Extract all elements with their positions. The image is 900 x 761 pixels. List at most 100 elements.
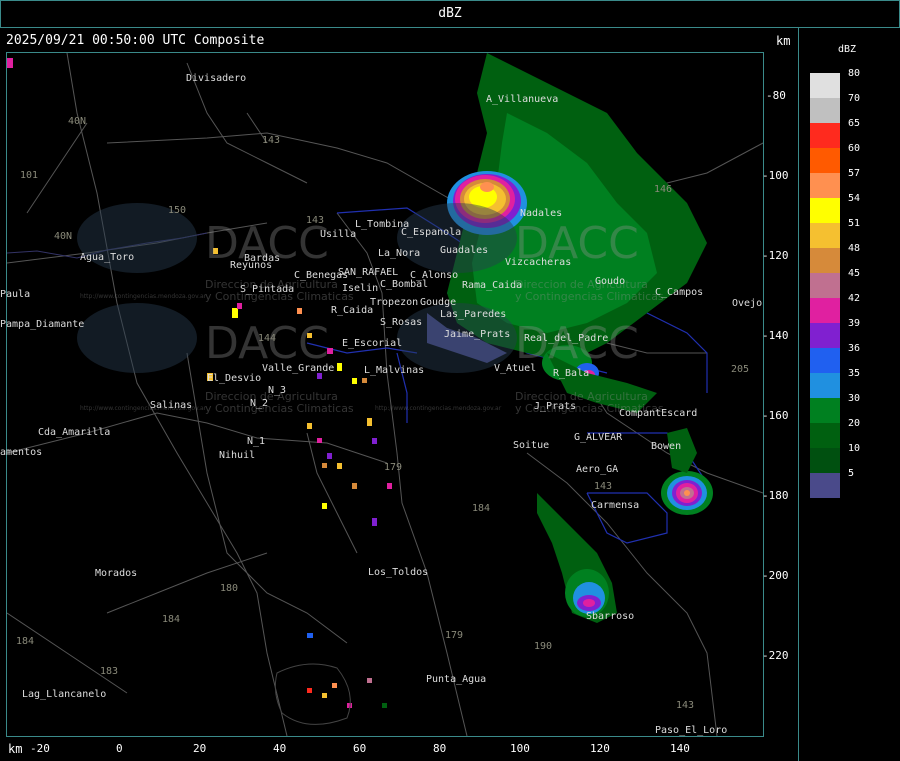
place-label: Tropezon [370, 297, 419, 308]
place-label: La_Nora [378, 248, 421, 259]
road-number: 179 [384, 462, 403, 473]
legend-swatch [810, 98, 840, 123]
legend-swatch [810, 373, 840, 398]
road-number: 146 [654, 184, 673, 195]
place-label: Soitue [513, 440, 550, 451]
place-label: Bowen [651, 441, 682, 452]
place-label: Guadales [440, 245, 489, 256]
place-label: N_2 [250, 398, 269, 409]
legend-label: 36 [848, 343, 861, 354]
road-number: 184 [472, 503, 491, 514]
legend-label: 20 [848, 418, 861, 429]
km-label-top: km [776, 34, 791, 48]
legend-swatch [810, 348, 840, 373]
place-label: Los_Toldos [368, 567, 429, 578]
legend-label: 48 [848, 243, 861, 254]
legend-swatch [810, 398, 840, 423]
legend-label: 5 [848, 468, 855, 479]
legend-swatch [810, 323, 840, 348]
x-tick-label: 20 [193, 742, 207, 755]
place-label: Bardas [244, 253, 281, 264]
watermark-line2: y Contingencias Climaticas [515, 290, 664, 303]
legend-label: 70 [848, 93, 861, 104]
road-number: 180 [220, 583, 239, 594]
place-label: El_Desvio [207, 373, 262, 384]
storm-cell-south [537, 493, 617, 623]
place-label: C_Bombal [380, 279, 429, 290]
road-number: 184 [162, 614, 181, 625]
legend-swatch [810, 248, 840, 273]
terrain-contours [274, 663, 351, 725]
place-label: Divisadero [186, 73, 247, 84]
km-label-bottom: km [8, 742, 23, 756]
x-tick-label: -20 [30, 742, 50, 755]
place-label: S_Pintada [240, 284, 295, 295]
place-label: Aero_GA [576, 464, 619, 475]
place-label: G_ALVEAR [574, 432, 623, 443]
place-label: N_3 [268, 385, 287, 396]
radar-map-svg [6, 52, 764, 737]
place-label: Sbarroso [586, 611, 635, 622]
place-label: R_Caida [331, 305, 374, 316]
watermark-url: http://www.contingencias.mendoza.gov.ar [375, 405, 502, 412]
watermark-url: http://www.contingencias.mendoza.gov.ar [80, 293, 207, 300]
place-label: Iselin [342, 283, 379, 294]
place-label: Morados [95, 568, 138, 579]
legend-label: 10 [848, 443, 861, 454]
place-label: Lag_Llancanelo [22, 689, 107, 700]
place-label: Punta_Agua [426, 674, 487, 685]
place-label: V_Atuel [494, 363, 537, 374]
radar-map[interactable] [6, 52, 764, 737]
place-label: A_Villanueva [486, 94, 559, 105]
road-number: 40N [54, 231, 73, 242]
place-label: Cda_Amarilla [38, 427, 111, 438]
x-tick-label: 0 [116, 742, 123, 755]
x-tick-label: 80 [433, 742, 447, 755]
place-label: Real_del_Padre [524, 333, 609, 344]
window-title: dBZ [0, 0, 900, 28]
place-label: Agua_Toro [80, 252, 135, 263]
place-label: C_Campos [655, 287, 704, 298]
place-label: CompantEscard [619, 408, 698, 419]
place-label: Paula [0, 289, 31, 300]
road-number: 101 [20, 170, 39, 181]
place-label: Usilla [320, 229, 357, 240]
road-number: 143 [594, 481, 613, 492]
road-number: 143 [676, 700, 695, 711]
place-label: Las_Paredes [440, 309, 507, 320]
place-label: Goudo [595, 276, 626, 287]
legend-label: 65 [848, 118, 861, 129]
road-number: 144 [258, 333, 277, 344]
legend-swatch [810, 148, 840, 173]
x-tick-label: 140 [670, 742, 690, 755]
legend-unit: dBZ [838, 44, 857, 55]
place-label: Nadales [520, 208, 563, 219]
road-number: 40N [68, 116, 87, 127]
y-tick-label: -220 [762, 649, 789, 662]
road-number: 183 [100, 666, 119, 677]
place-label: C_Espanola [401, 227, 462, 238]
road-number: 179 [445, 630, 464, 641]
x-tick-label: 60 [353, 742, 367, 755]
legend-label: 30 [848, 393, 861, 404]
place-label: SAN_RAFAEL [338, 267, 399, 278]
legend-swatch [810, 73, 840, 98]
legend-swatch [810, 273, 840, 298]
place-label: S_Rosas [380, 317, 423, 328]
road-number: 184 [16, 636, 35, 647]
place-label: Nihuil [219, 450, 256, 461]
legend-swatch [810, 123, 840, 148]
legend-swatch [810, 298, 840, 323]
color-legend [810, 73, 840, 498]
legend-label: 60 [848, 143, 861, 154]
y-tick-label: -160 [762, 409, 789, 422]
y-tick-label: -80 [766, 89, 786, 102]
place-label: Paso_El_Loro [655, 725, 728, 736]
legend-label: 45 [848, 268, 861, 279]
x-tick-label: 40 [273, 742, 287, 755]
place-label: Carmensa [591, 500, 640, 511]
place-label: R_Bala [553, 368, 590, 379]
place-label: Salinas [150, 400, 193, 411]
legend-swatch [810, 173, 840, 198]
place-label: Jaime_Prats [444, 329, 511, 340]
